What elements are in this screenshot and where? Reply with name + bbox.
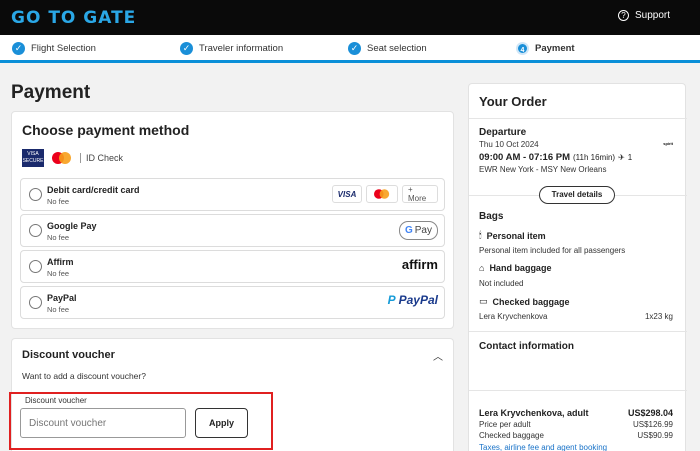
- checked-passenger: Lera Kryvchenkova: [479, 312, 548, 321]
- paypal-text: PayPal: [398, 293, 438, 307]
- departure-date: Thu 10 Oct 2024: [479, 140, 539, 149]
- departure-label: Departure: [479, 127, 527, 138]
- paypal-p: P: [387, 293, 396, 307]
- price-passenger: Lera Kryvchenkova, adult: [479, 408, 589, 418]
- time-range: 09:00 AM - 07:16 PM: [479, 152, 570, 163]
- visa-badge-sub: SECURE: [22, 158, 44, 164]
- contact-information-label: Contact information: [479, 341, 574, 352]
- step-label: Traveler information: [199, 43, 284, 54]
- voucher-title: Discount voucher: [22, 349, 115, 361]
- divider: [469, 118, 687, 119]
- option-fee: No fee: [47, 233, 70, 242]
- option-name: Debit card/credit card: [47, 185, 140, 195]
- google-pay-icon: G Pay: [398, 221, 438, 240]
- payment-option-card[interactable]: Debit card/credit card No fee VISA + Mor…: [20, 178, 445, 211]
- check-icon: ✓: [180, 42, 193, 55]
- order-summary-card: Your Order Departure Thu 10 Oct 2024 spi…: [468, 83, 687, 451]
- option-fee: No fee: [47, 197, 70, 206]
- radio-button[interactable]: [29, 260, 42, 273]
- mastercard-icon: [366, 185, 398, 203]
- option-fee: No fee: [47, 305, 70, 314]
- step-label: Seat selection: [367, 43, 427, 54]
- step-flight-selection[interactable]: ✓ Flight Selection: [12, 42, 96, 55]
- checked-baggage-label: Checked baggage: [492, 296, 570, 307]
- voucher-hint: Want to add a discount voucher?: [22, 371, 146, 381]
- progress-bar: [0, 60, 700, 63]
- step-number: 4: [516, 42, 529, 55]
- plane-stop-icon: ✈: [618, 153, 625, 162]
- personal-item-note: Personal item included for all passenger…: [479, 246, 626, 255]
- duration: (11h 16min): [573, 153, 616, 162]
- checked-baggage-price: US$90.99: [637, 431, 673, 440]
- check-icon: ✓: [12, 42, 25, 55]
- visa-secure-logo: VISA SECURE: [22, 149, 44, 167]
- payment-option-affirm[interactable]: Affirm No fee affirm: [20, 250, 445, 283]
- payment-method-card: Choose payment method VISA SECURE ID Che…: [11, 111, 454, 329]
- option-name: PayPal: [47, 293, 77, 303]
- mastercard-icon: [52, 152, 72, 164]
- radio-button[interactable]: [29, 188, 42, 201]
- order-title: Your Order: [479, 94, 547, 109]
- progress-steps: ✓ Flight Selection ✓ Traveler informatio…: [0, 35, 700, 63]
- support-link[interactable]: ? Support: [617, 10, 670, 21]
- stops-count: 1: [627, 153, 633, 162]
- option-name: Google Pay: [47, 221, 97, 231]
- check-icon: ✓: [348, 42, 361, 55]
- personal-item-label: Personal item: [486, 230, 546, 241]
- chevron-up-icon[interactable]: ︿: [433, 348, 443, 363]
- step-seat-selection[interactable]: ✓ Seat selection: [348, 42, 427, 55]
- payment-option-google-pay[interactable]: Google Pay No fee G Pay: [20, 214, 445, 247]
- id-check-label: ID Check: [80, 153, 123, 163]
- checked-baggage-price-label: Checked baggage: [479, 431, 544, 440]
- divider: [469, 390, 687, 391]
- voucher-field-label: Discount voucher: [25, 396, 87, 405]
- option-fee: No fee: [47, 269, 70, 278]
- personal-item-row: 🕯 Personal item: [479, 230, 546, 241]
- fees-link[interactable]: Taxes, airline fee and agent booking: [479, 443, 607, 451]
- top-bar: GO TO GATE ? Support: [0, 0, 700, 35]
- suitcase-icon: ▭: [479, 296, 488, 306]
- price-total: US$298.04: [627, 408, 673, 418]
- radio-button[interactable]: [29, 224, 42, 237]
- divider: [469, 331, 687, 332]
- google-g: G: [404, 225, 413, 236]
- page-title: Payment: [11, 82, 91, 103]
- divider: [469, 195, 539, 196]
- option-name: Affirm: [47, 257, 74, 267]
- step-traveler-information[interactable]: ✓ Traveler information: [180, 42, 283, 55]
- affirm-logo: affirm: [401, 257, 438, 272]
- payment-method-title: Choose payment method: [22, 122, 190, 138]
- paypal-logo: P PayPal: [388, 293, 438, 307]
- visa-badge-text: VISA: [27, 151, 39, 157]
- personal-item-icon: 🕯: [479, 230, 482, 240]
- checked-quantity: 1x23 kg: [644, 312, 673, 321]
- google-pay-text: Pay: [414, 225, 432, 236]
- bags-label: Bags: [479, 211, 504, 222]
- checked-baggage-row: ▭ Checked baggage: [479, 296, 570, 307]
- support-label: Support: [634, 10, 670, 21]
- step-label: Payment: [535, 43, 575, 54]
- visa-icon: VISA: [332, 185, 362, 203]
- discount-voucher-input[interactable]: [20, 408, 186, 438]
- hand-baggage-label: Hand baggage: [489, 263, 552, 273]
- more-cards-label: + More: [402, 185, 438, 203]
- step-payment: 4 Payment: [516, 42, 575, 55]
- card-security-logos: VISA SECURE ID Check: [22, 149, 123, 167]
- payment-option-paypal[interactable]: PayPal No fee P PayPal: [20, 286, 445, 319]
- divider: [615, 195, 687, 196]
- flight-time: 09:00 AM - 07:16 PM (11h 16min) ✈ 1: [479, 152, 632, 163]
- step-label: Flight Selection: [31, 43, 96, 54]
- gotogate-logo[interactable]: GO TO GATE: [11, 8, 136, 28]
- hand-baggage-icon: ⌂: [479, 263, 485, 273]
- hand-baggage-note: Not included: [479, 279, 524, 288]
- route: EWR New York - MSY New Orleans: [479, 165, 607, 174]
- price-per-adult-label: Price per adult: [479, 420, 531, 429]
- apply-button[interactable]: Apply: [195, 408, 248, 438]
- spirit-airline-logo: spirit: [663, 141, 673, 146]
- travel-details-button[interactable]: Travel details: [539, 186, 615, 204]
- price-per-adult: US$126.99: [632, 420, 673, 429]
- help-circle-icon: ?: [617, 10, 629, 21]
- radio-button[interactable]: [29, 296, 42, 309]
- hand-baggage-row: ⌂ Hand baggage: [479, 263, 551, 273]
